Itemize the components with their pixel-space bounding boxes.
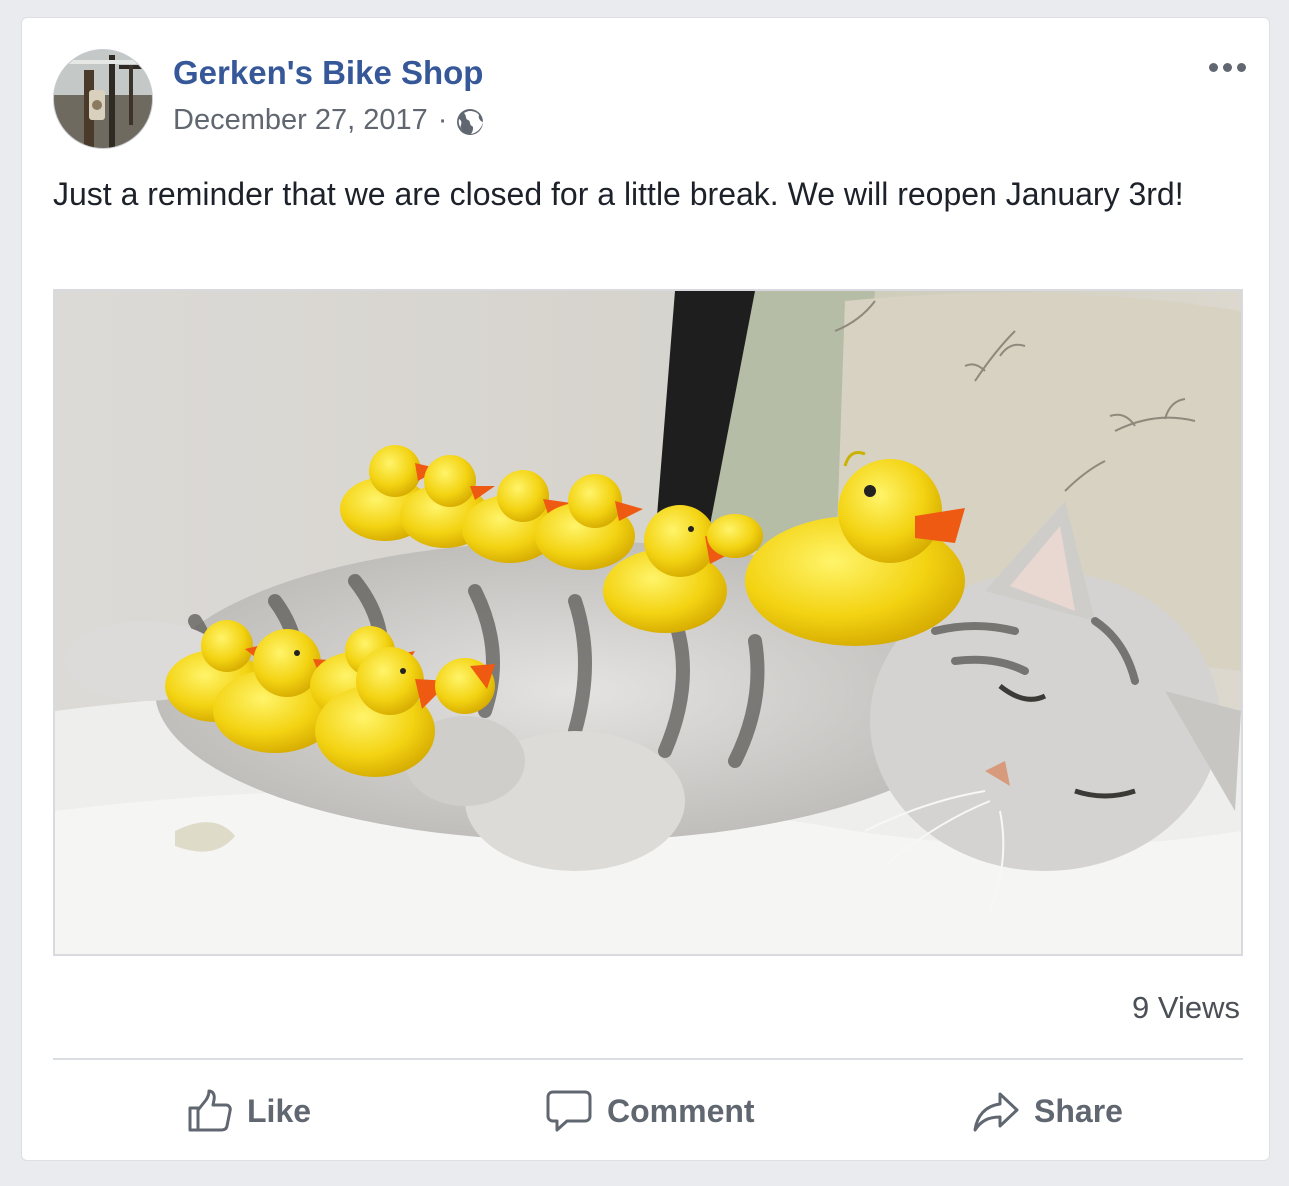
comment-label: Comment <box>607 1092 755 1129</box>
share-label: Share <box>1034 1092 1123 1129</box>
post-card: Gerken's Bike Shop December 27, 2017 · J… <box>21 17 1270 1161</box>
meta-separator: · <box>437 104 448 136</box>
globe-icon[interactable] <box>455 107 485 137</box>
divider <box>53 1058 1243 1060</box>
view-count: 9 Views <box>1132 990 1240 1025</box>
comment-icon <box>546 1090 592 1132</box>
more-dot <box>1208 62 1218 72</box>
share-arrow-icon <box>973 1092 1019 1132</box>
post-meta: December 27, 2017 · <box>173 104 485 137</box>
avatar[interactable] <box>53 49 153 149</box>
page-name-link[interactable]: Gerken's Bike Shop <box>173 54 483 92</box>
cat-with-rubber-ducks-image <box>55 291 1241 954</box>
avatar-image <box>54 50 152 148</box>
like-button[interactable]: Like <box>187 1085 311 1137</box>
share-button[interactable]: Share <box>972 1085 1123 1137</box>
post-photo[interactable] <box>53 289 1243 956</box>
more-dot <box>1236 62 1246 72</box>
more-dot <box>1222 62 1232 72</box>
more-options-icon[interactable] <box>1205 56 1249 78</box>
comment-button[interactable]: Comment <box>545 1085 755 1137</box>
like-label: Like <box>247 1092 312 1129</box>
thumbs-up-icon <box>188 1089 232 1132</box>
post-text: Just a reminder that we are closed for a… <box>53 176 1184 212</box>
post-date[interactable]: December 27, 2017 <box>173 104 428 137</box>
